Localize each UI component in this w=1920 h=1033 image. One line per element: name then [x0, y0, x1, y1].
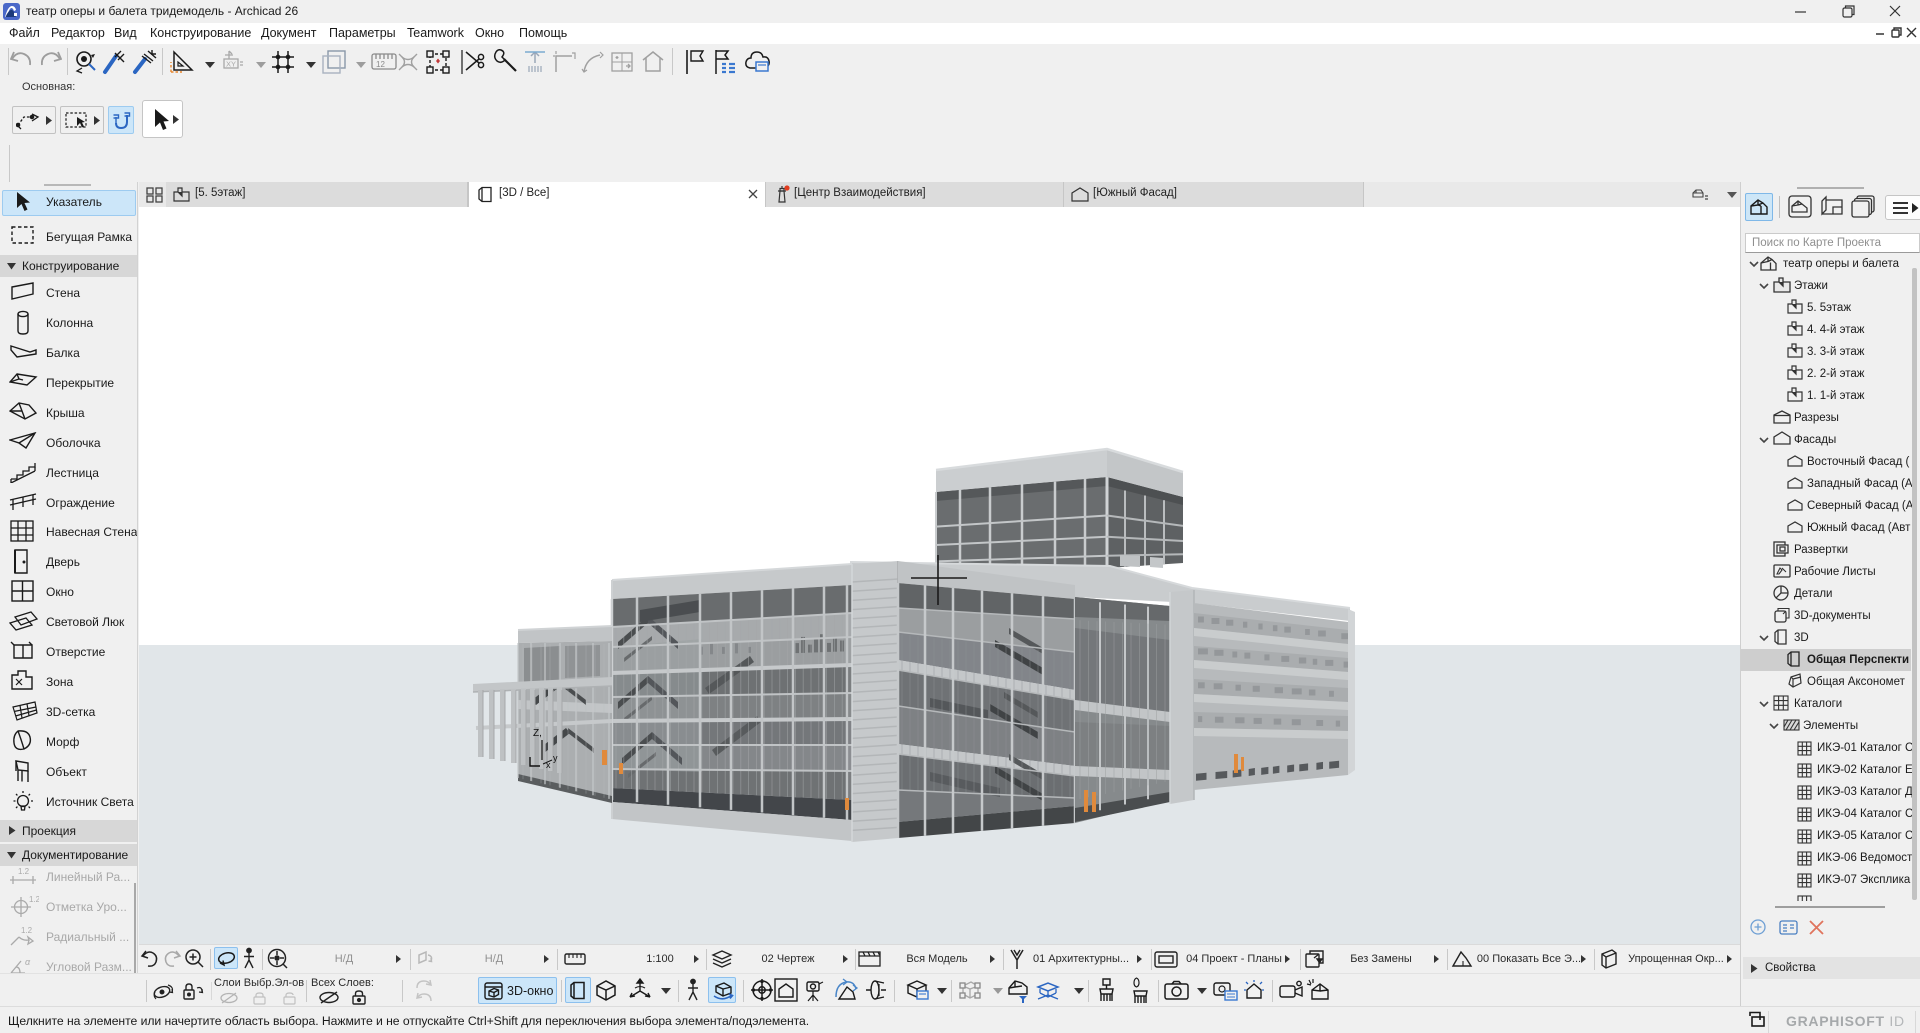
- svg-text:XY: XY: [226, 60, 236, 69]
- svg-text:12: 12: [376, 60, 385, 69]
- svg-text:1.2: 1.2: [18, 867, 30, 876]
- svg-text:1.2: 1.2: [29, 895, 39, 904]
- svg-text:Z,: Z,: [533, 728, 542, 739]
- svg-text:1.2: 1.2: [21, 926, 33, 935]
- svg-text:y: y: [553, 753, 558, 763]
- svg-text:α: α: [25, 957, 31, 967]
